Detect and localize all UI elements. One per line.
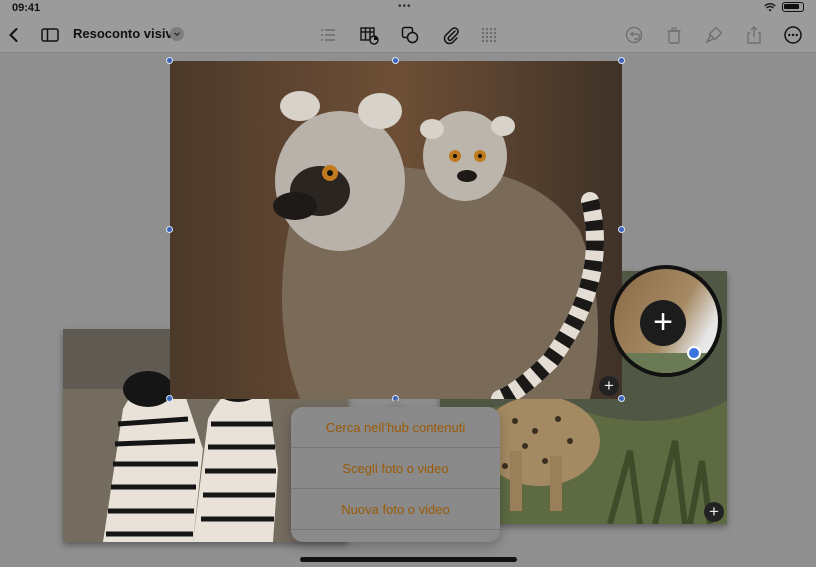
home-indicator[interactable] <box>300 557 517 562</box>
selection-handle[interactable] <box>618 226 625 233</box>
add-media-icon[interactable]: + <box>704 502 724 522</box>
selection-handle[interactable] <box>618 57 625 64</box>
more-icon[interactable] <box>782 24 804 46</box>
format-brush-icon[interactable] <box>703 24 725 46</box>
selection-handle[interactable] <box>166 226 173 233</box>
multitasking-dots[interactable]: ••• <box>398 1 412 12</box>
toolbar: Resoconto visivo <box>0 17 816 53</box>
delete-icon[interactable] <box>663 24 685 46</box>
title-menu-chevron-icon[interactable] <box>170 27 184 41</box>
selection-handle[interactable] <box>166 395 173 402</box>
menu-item-label: Nuova foto o video <box>341 501 450 517</box>
status-bar: 09:41 ••• <box>0 0 816 17</box>
menu-item-choose-photo[interactable]: Scegli foto o video <box>291 448 500 488</box>
menu-item-label: Scegli foto o video <box>342 460 449 476</box>
add-media-popover: Cerca nell’hub contenuti Scegli foto o v… <box>291 407 500 542</box>
selection-handle[interactable] <box>618 395 625 402</box>
grid-icon[interactable] <box>478 24 500 46</box>
back-icon[interactable] <box>3 24 25 46</box>
selection-handle[interactable] <box>166 57 173 64</box>
wifi-icon <box>764 2 776 11</box>
add-media-icon: + <box>640 300 686 346</box>
menu-item-new-photo[interactable]: Nuova foto o video <box>291 489 500 529</box>
status-time: 09:41 <box>12 2 41 14</box>
battery-icon <box>782 2 804 12</box>
list-icon[interactable] <box>317 24 339 46</box>
selection-handle[interactable] <box>392 57 399 64</box>
share-icon[interactable] <box>743 24 765 46</box>
add-media-icon[interactable]: + <box>599 376 619 396</box>
menu-divider <box>291 529 500 530</box>
menu-item-content-hub[interactable]: Cerca nell’hub contenuti <box>291 407 500 447</box>
document-title[interactable]: Resoconto visivo <box>73 26 181 41</box>
sidebar-icon[interactable] <box>39 24 61 46</box>
table-chart-icon[interactable] <box>358 24 380 46</box>
magnifier-loupe: + <box>610 265 722 377</box>
lemur-image <box>170 61 622 399</box>
shapes-icon[interactable] <box>399 24 421 46</box>
status-indicators <box>764 2 804 12</box>
lemur-photo[interactable]: + <box>170 61 622 399</box>
selection-handle <box>687 346 701 360</box>
attachment-icon[interactable] <box>440 24 462 46</box>
menu-item-label: Cerca nell’hub contenuti <box>325 419 466 435</box>
undo-icon[interactable] <box>623 24 645 46</box>
